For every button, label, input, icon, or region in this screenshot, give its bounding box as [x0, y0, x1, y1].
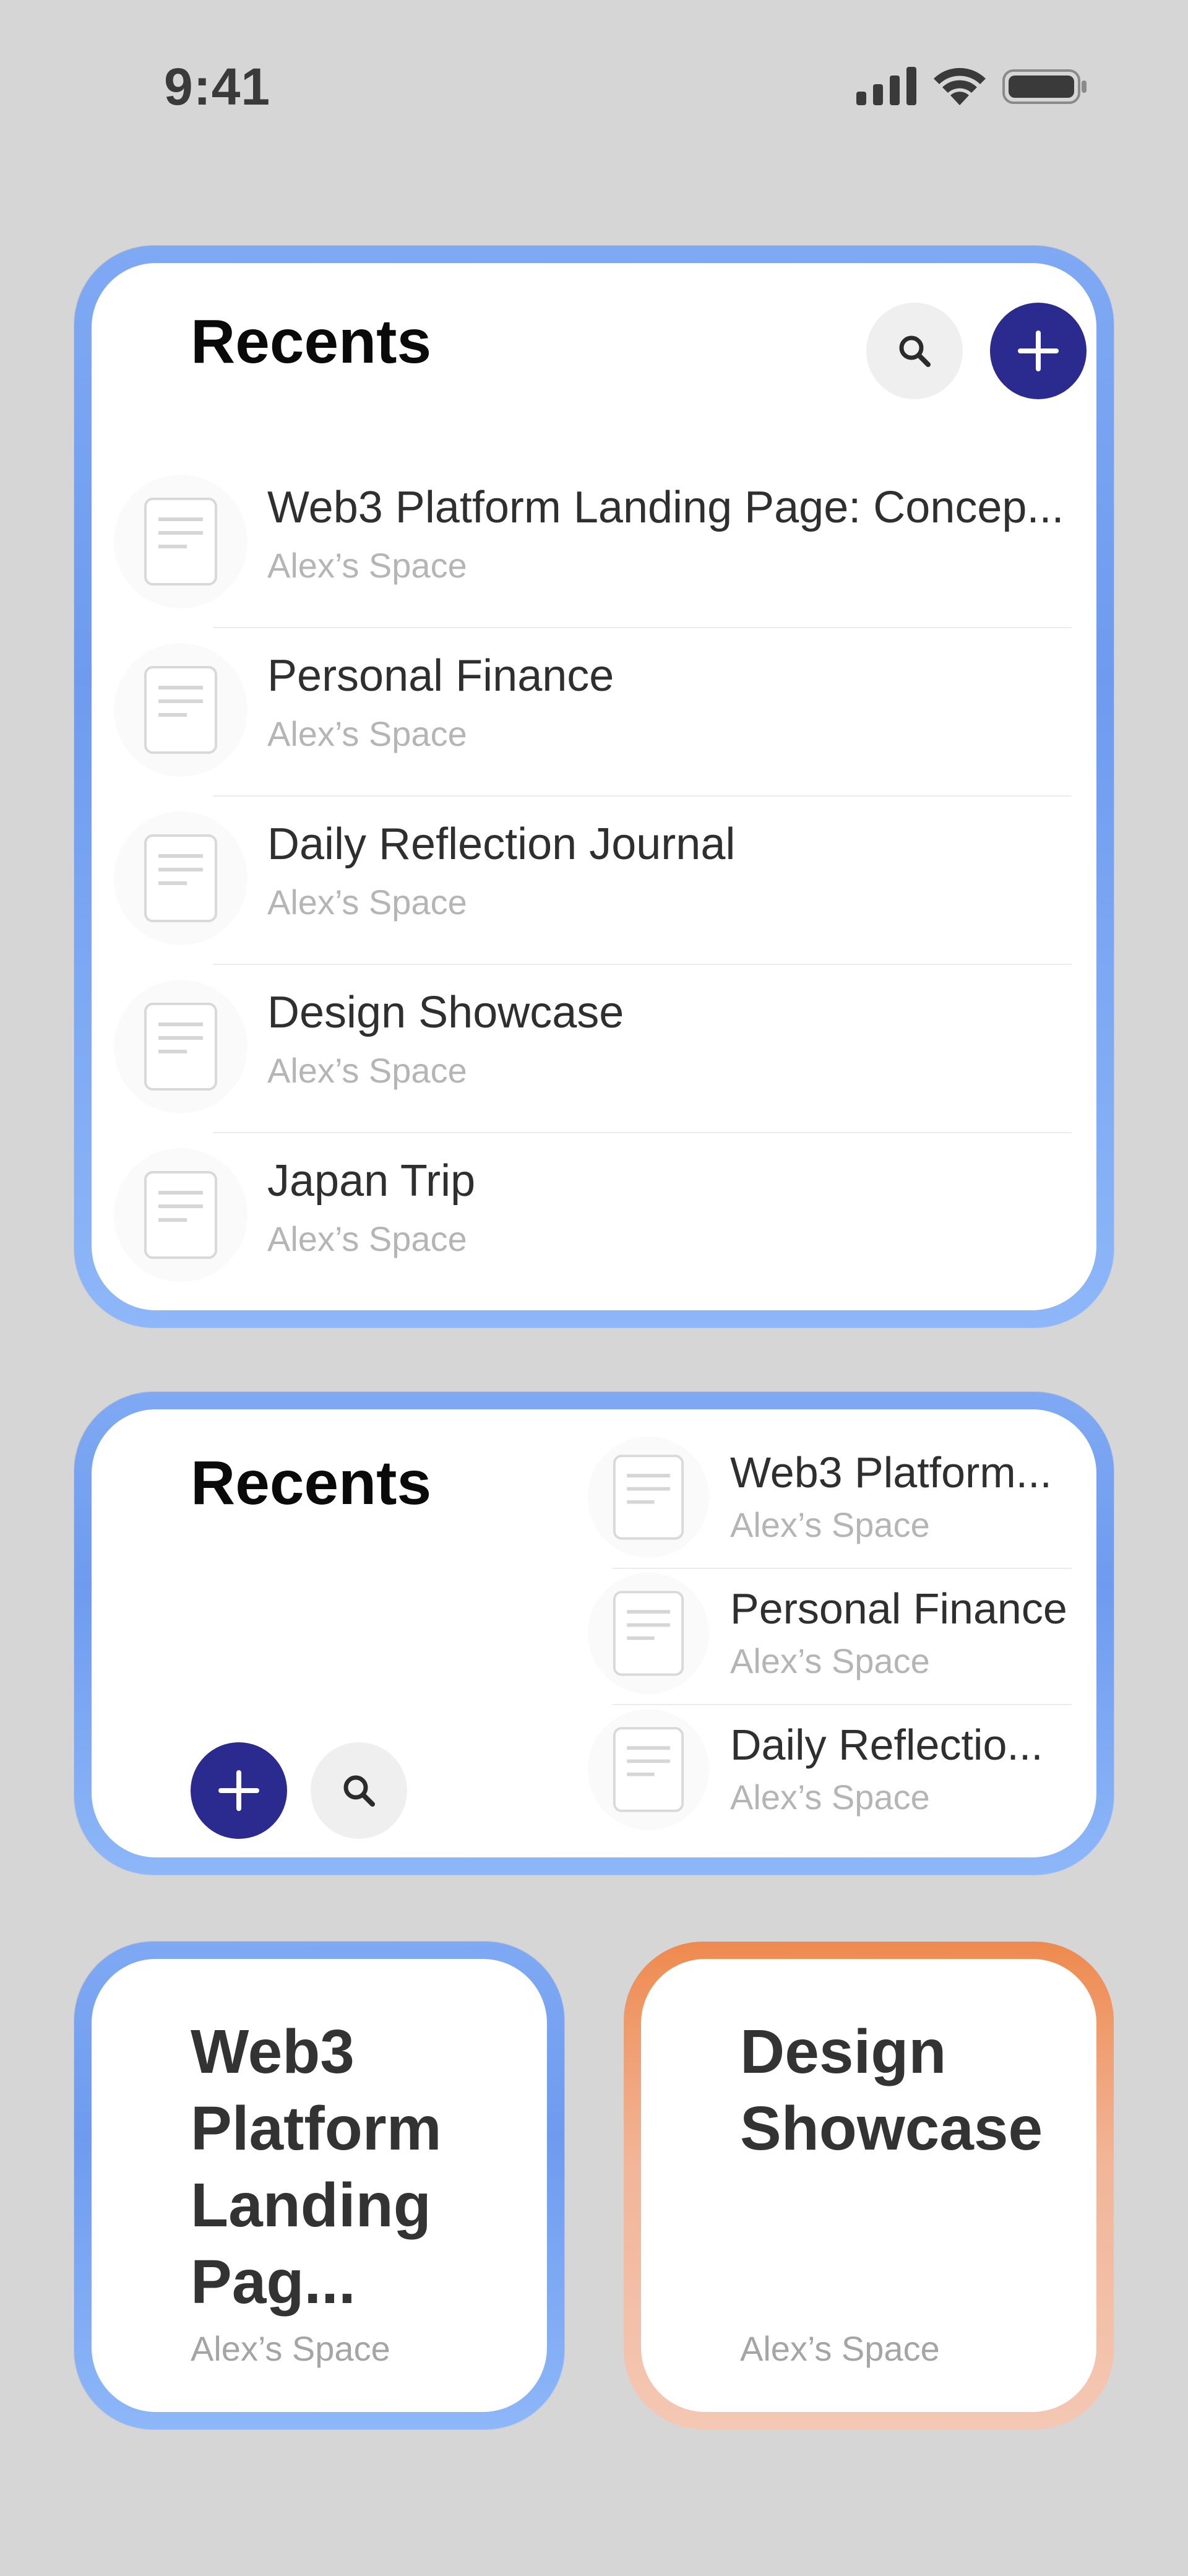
- search-button[interactable]: [311, 1742, 407, 1839]
- plus-icon: [1018, 331, 1059, 371]
- search-icon: [899, 335, 931, 367]
- item-subtitle: Alex’s Space: [267, 1219, 467, 1258]
- page-subtitle: Alex’s Space: [191, 2329, 390, 2368]
- list-item[interactable]: Daily Reflection Journal Alex’s Space: [114, 795, 1072, 964]
- page-title: Design Showcase: [740, 2017, 1043, 2163]
- list-item[interactable]: Japan Trip Alex’s Space: [114, 1132, 1072, 1300]
- recents-list: Web3 Platform Landing Page: Concep... Al…: [114, 459, 1072, 1300]
- widget-title: Recents: [191, 307, 432, 376]
- document-icon: [588, 1709, 709, 1830]
- widget-card: Design Showcase Alex’s Space: [641, 1959, 1096, 2412]
- page-subtitle: Alex’s Space: [740, 2329, 940, 2368]
- item-title: Daily Reflection Journal: [267, 819, 736, 869]
- page-widget-small[interactable]: Web3 Platform Landing Pag... Alex’s Spac…: [74, 1942, 564, 2429]
- document-icon: [114, 643, 248, 777]
- list-item[interactable]: Daily Reflectio... Alex’s Space: [588, 1704, 1072, 1840]
- item-title: Japan Trip: [267, 1156, 476, 1206]
- widget-title: Recents: [191, 1448, 432, 1518]
- recents-list: Web3 Platform... Alex’s Space Personal F…: [588, 1432, 1072, 1840]
- item-title: Web3 Platform...: [730, 1448, 1052, 1497]
- item-title: Design Showcase: [267, 988, 624, 1037]
- recents-widget-medium[interactable]: Recents Web3 Platform... Alex’s Space Pe…: [74, 1392, 1114, 1875]
- item-subtitle: Alex’s Space: [267, 1051, 467, 1090]
- document-icon: [114, 475, 248, 608]
- item-subtitle: Alex’s Space: [730, 1641, 930, 1680]
- document-icon: [114, 980, 248, 1113]
- status-bar: 9:41: [0, 0, 1188, 124]
- item-subtitle: Alex’s Space: [267, 883, 467, 922]
- page-title: Web3 Platform Landing Pag...: [191, 2017, 442, 2317]
- item-subtitle: Alex’s Space: [267, 546, 467, 585]
- search-icon: [343, 1775, 375, 1807]
- item-subtitle: Alex’s Space: [730, 1505, 930, 1544]
- status-time: 9:41: [164, 58, 271, 116]
- battery-icon: [1002, 69, 1087, 104]
- status-icons: [856, 67, 1089, 106]
- item-title: Personal Finance: [267, 651, 614, 701]
- widget-card: Recents Web3 Platform Landing Page: Conc…: [92, 263, 1096, 1310]
- widget-card: Recents Web3 Platform... Alex’s Space Pe…: [92, 1409, 1096, 1857]
- wifi-icon: [934, 67, 986, 105]
- signal-icon: [856, 67, 916, 105]
- search-button[interactable]: [866, 303, 963, 399]
- document-icon: [588, 1437, 709, 1558]
- document-icon: [114, 811, 248, 945]
- item-subtitle: Alex’s Space: [730, 1778, 930, 1817]
- plus-icon: [218, 1770, 259, 1811]
- document-icon: [114, 1148, 248, 1282]
- widget-card: Web3 Platform Landing Pag... Alex’s Spac…: [92, 1959, 547, 2412]
- add-page-button[interactable]: [990, 303, 1087, 399]
- page-widget-small[interactable]: Design Showcase Alex’s Space: [624, 1942, 1114, 2429]
- item-title: Personal Finance: [730, 1584, 1067, 1633]
- list-item[interactable]: Personal Finance Alex’s Space: [114, 627, 1072, 795]
- item-title: Web3 Platform Landing Page: Concep...: [267, 483, 1064, 532]
- list-item[interactable]: Design Showcase Alex’s Space: [114, 964, 1072, 1132]
- list-item[interactable]: Personal Finance Alex’s Space: [588, 1568, 1072, 1704]
- recents-widget-large[interactable]: Recents Web3 Platform Landing Page: Conc…: [74, 246, 1114, 1328]
- list-item[interactable]: Web3 Platform... Alex’s Space: [588, 1432, 1072, 1568]
- list-item[interactable]: Web3 Platform Landing Page: Concep... Al…: [114, 459, 1072, 627]
- item-subtitle: Alex’s Space: [267, 714, 467, 753]
- add-page-button[interactable]: [191, 1742, 287, 1839]
- document-icon: [588, 1573, 709, 1694]
- item-title: Daily Reflectio...: [730, 1721, 1043, 1769]
